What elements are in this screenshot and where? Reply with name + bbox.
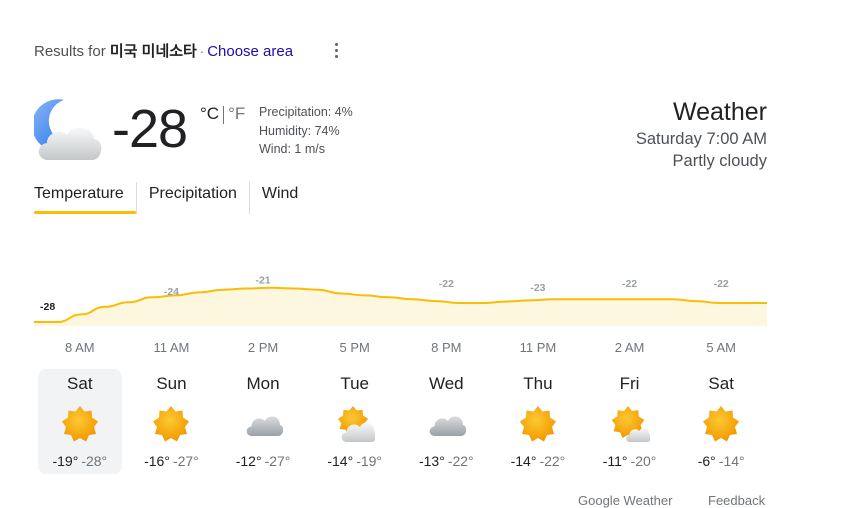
cloud-icon bbox=[426, 404, 467, 444]
temperature-area bbox=[34, 287, 767, 326]
day-name: Fri bbox=[619, 374, 640, 393]
day-name: Sat bbox=[708, 374, 734, 393]
day-temperatures: -12° -27° bbox=[221, 453, 305, 469]
weather-details: Precipitation: 4% Humidity: 74% Wind: 1 … bbox=[259, 103, 353, 159]
day-name: Sun bbox=[156, 374, 187, 393]
day-name: Mon bbox=[246, 374, 280, 393]
high-temperature: -14° bbox=[510, 453, 537, 469]
day-forecast[interactable]: Sat -6° -14° bbox=[679, 369, 763, 474]
day-temperatures: -13° -22° bbox=[404, 453, 488, 469]
hour-label: 2 PM bbox=[247, 340, 279, 355]
choose-area-link[interactable]: Choose area bbox=[207, 43, 293, 60]
day-name: Tue bbox=[340, 374, 370, 393]
humidity-detail: Humidity: 74% bbox=[259, 123, 340, 138]
weather-condition: Partly cloudy bbox=[672, 152, 767, 170]
high-temperature: -13° bbox=[418, 453, 445, 469]
hour-label: 5 AM bbox=[706, 340, 736, 355]
cloud-icon bbox=[243, 404, 284, 444]
high-temperature: -19° bbox=[52, 453, 79, 469]
day-forecast[interactable]: Tue -14° -19° bbox=[313, 369, 397, 474]
temperature-chart: -28 -24 -21 -19 -22 -23 -22 -22 bbox=[34, 276, 767, 326]
hour-label: 5 PM bbox=[339, 340, 370, 355]
hour-label: 2 AM bbox=[614, 340, 645, 355]
high-temperature: -11° bbox=[602, 453, 628, 469]
hour-label: 11 PM bbox=[519, 340, 557, 355]
daily-forecast: Sat -19° -28° Sun -16° -27° Mon -12° -27° Tue -14°… bbox=[34, 369, 767, 474]
chart-point-label: -23 bbox=[530, 282, 545, 294]
fahrenheit-unit[interactable]: °F bbox=[228, 104, 245, 123]
chart-point-label: -22 bbox=[622, 278, 637, 290]
day-temperatures: -14° -22° bbox=[496, 453, 580, 469]
chart-point-label: -21 bbox=[255, 276, 270, 286]
day-forecast[interactable]: Fri -11° -20° bbox=[588, 369, 672, 474]
chart-point-label: -22 bbox=[714, 278, 729, 290]
partly-cloudy-icon bbox=[335, 404, 377, 444]
low-temperature: -27° bbox=[264, 453, 291, 469]
low-temperature: -20° bbox=[630, 453, 657, 469]
high-temperature: -16° bbox=[144, 453, 170, 469]
day-name: Thu bbox=[523, 374, 553, 393]
results-label: Results for bbox=[34, 43, 106, 60]
day-forecast[interactable]: Sun -16° -27° bbox=[129, 369, 213, 474]
sun-icon bbox=[701, 404, 741, 444]
day-temperatures: -14° -19° bbox=[313, 453, 397, 469]
day-temperatures: -16° -27° bbox=[129, 453, 213, 469]
low-temperature: -22° bbox=[447, 453, 474, 469]
chart-point-label: -24 bbox=[164, 286, 179, 298]
sun-icon bbox=[151, 404, 191, 444]
more-options-icon[interactable] bbox=[327, 40, 345, 62]
tab-precipitation[interactable]: Precipitation bbox=[135, 182, 249, 214]
weather-title-block: Weather Saturday 7:00 AM Partly cloudy bbox=[636, 96, 767, 172]
precipitation-detail: Precipitation: 4% bbox=[259, 105, 353, 119]
chart-point-label: -22 bbox=[439, 278, 454, 290]
hour-label: 11 AM bbox=[153, 340, 190, 355]
hour-label: 8 AM bbox=[65, 340, 95, 355]
day-forecast[interactable]: Mon -12° -27° bbox=[221, 369, 305, 474]
day-name: Wed bbox=[428, 374, 464, 393]
celsius-unit[interactable]: °C bbox=[200, 104, 219, 123]
low-temperature: -27° bbox=[172, 453, 199, 469]
low-temperature: -14° bbox=[718, 453, 745, 469]
day-temperatures: -6° -14° bbox=[679, 453, 763, 469]
low-temperature: -22° bbox=[539, 453, 566, 469]
sun-icon bbox=[518, 404, 558, 444]
hour-label: 8 PM bbox=[431, 340, 462, 355]
unit-divider bbox=[223, 105, 225, 124]
day-forecast[interactable]: Thu -14° -22° bbox=[496, 369, 580, 474]
chart-point-label: -19 bbox=[347, 276, 362, 279]
low-temperature: -28° bbox=[81, 453, 108, 469]
partly-cloudy-night-icon bbox=[32, 98, 102, 162]
tab-wind[interactable]: Wind bbox=[248, 182, 310, 214]
high-temperature: -6° bbox=[697, 453, 716, 469]
location-name: 미국 미네소타 bbox=[109, 43, 197, 60]
tab-temperature[interactable]: Temperature bbox=[34, 182, 136, 214]
day-temperatures: -19° -28° bbox=[38, 453, 122, 469]
day-temperatures: -11° -20° bbox=[588, 453, 672, 469]
sun-icon bbox=[60, 404, 100, 444]
day-forecast[interactable]: Sat -19° -28° bbox=[37, 369, 122, 474]
chart-tabs: Temperature Precipitation Wind bbox=[34, 182, 310, 216]
weather-heading: Weather bbox=[672, 98, 767, 126]
results-header: Results for 미국 미네소타 · Choose area bbox=[34, 40, 293, 61]
wind-detail: Wind: 1 m/s bbox=[259, 142, 325, 156]
chart-point-label: -28 bbox=[40, 301, 55, 313]
unit-toggle: °C °F bbox=[200, 104, 245, 124]
day-name: Sat bbox=[67, 374, 93, 393]
low-temperature: -19° bbox=[356, 453, 383, 469]
weather-datetime: Saturday 7:00 AM bbox=[635, 130, 767, 148]
current-temperature: -28 bbox=[112, 99, 188, 159]
separator-dot: · bbox=[199, 44, 205, 59]
day-forecast[interactable]: Wed -13° -22° bbox=[404, 369, 488, 474]
high-temperature: -12° bbox=[235, 453, 262, 469]
high-temperature: -14° bbox=[327, 453, 354, 469]
hour-axis: 8 AM 11 AM 2 PM 5 PM 8 PM 11 PM 2 AM 5 AM bbox=[34, 340, 767, 356]
mostly-sunny-icon bbox=[610, 404, 651, 444]
